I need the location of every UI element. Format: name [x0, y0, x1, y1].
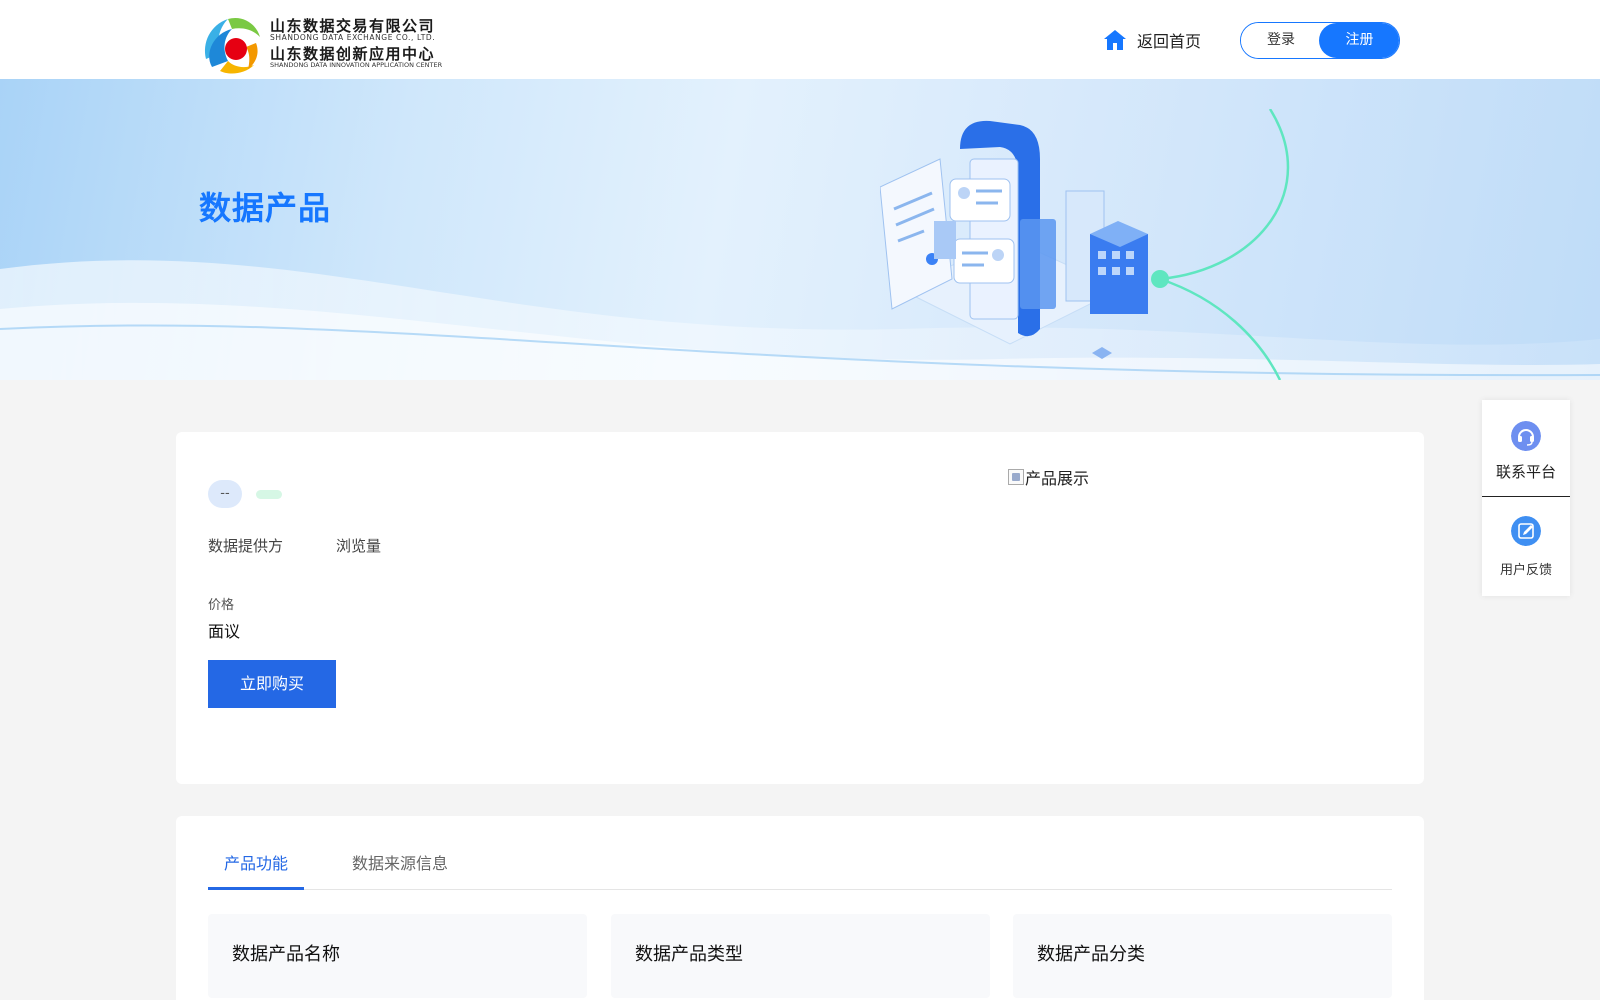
- contact-platform-label: 联系平台: [1495, 463, 1556, 481]
- page-title: 数据产品: [199, 189, 332, 227]
- home-link[interactable]: 返回首页: [1103, 27, 1201, 53]
- logo-center-name-en: SHANDONG DATA INNOVATION APPLICATION CEN…: [270, 61, 443, 69]
- side-float-panel: 联系平台 用户反馈: [1482, 400, 1570, 596]
- product-detail-card: -- 数据提供方 浏览量 价格 面议 立即购买 产品展示: [176, 432, 1424, 784]
- register-button[interactable]: 注册: [1319, 23, 1399, 58]
- logo-company-name-en: SHANDONG DATA EXCHANGE CO., LTD.: [270, 33, 436, 42]
- field-product-name: 数据产品名称: [208, 914, 587, 998]
- info-tabs: 产品功能 数据来源信息: [208, 816, 1392, 890]
- data-provider-label: 数据提供方: [208, 537, 284, 555]
- home-icon: [1104, 30, 1126, 50]
- auth-buttons: 登录 注册: [1240, 22, 1400, 59]
- product-image: 产品展示: [1008, 465, 1089, 489]
- data-product-illustration: [880, 109, 1290, 380]
- login-button[interactable]: 登录: [1241, 23, 1321, 58]
- user-feedback-label: 用户反馈: [1499, 563, 1552, 578]
- field-product-type-label: 数据产品类型: [635, 944, 743, 965]
- field-product-name-label: 数据产品名称: [232, 944, 340, 965]
- home-link-label: 返回首页: [1137, 32, 1202, 51]
- contact-platform-button[interactable]: 联系平台: [1482, 400, 1570, 497]
- product-tag-secondary: [256, 490, 282, 499]
- price-value: 面议: [208, 622, 241, 641]
- product-tag-primary: --: [208, 480, 242, 508]
- company-logo[interactable]: 山东数据交易有限公司 SHANDONG DATA EXCHANGE CO., L…: [198, 13, 460, 77]
- field-product-type: 数据产品类型: [611, 914, 990, 998]
- price-label: 价格: [208, 598, 235, 613]
- page-banner: 数据产品: [0, 79, 1600, 380]
- buy-now-button[interactable]: 立即购买: [208, 660, 336, 708]
- field-product-category: 数据产品分类: [1013, 914, 1392, 998]
- active-tab-indicator: [208, 887, 304, 890]
- product-image-alt-text: 产品展示: [1025, 469, 1090, 488]
- broken-image-icon: [1008, 469, 1024, 485]
- tab-product-function[interactable]: 产品功能: [224, 850, 288, 874]
- edit-icon: [1511, 516, 1541, 546]
- view-count-label: 浏览量: [336, 537, 382, 555]
- logo-mark-icon: [204, 17, 260, 74]
- tab-data-source-info[interactable]: 数据来源信息: [352, 850, 448, 874]
- banner-wave-decoration: [0, 260, 1600, 380]
- headset-icon: [1511, 421, 1541, 451]
- site-header: 山东数据交易有限公司 SHANDONG DATA EXCHANGE CO., L…: [0, 0, 1600, 79]
- field-product-category-label: 数据产品分类: [1037, 944, 1145, 965]
- product-info-section: 产品功能 数据来源信息 数据产品名称 数据产品类型 数据产品分类: [176, 816, 1424, 1000]
- user-feedback-button[interactable]: 用户反馈: [1482, 497, 1570, 596]
